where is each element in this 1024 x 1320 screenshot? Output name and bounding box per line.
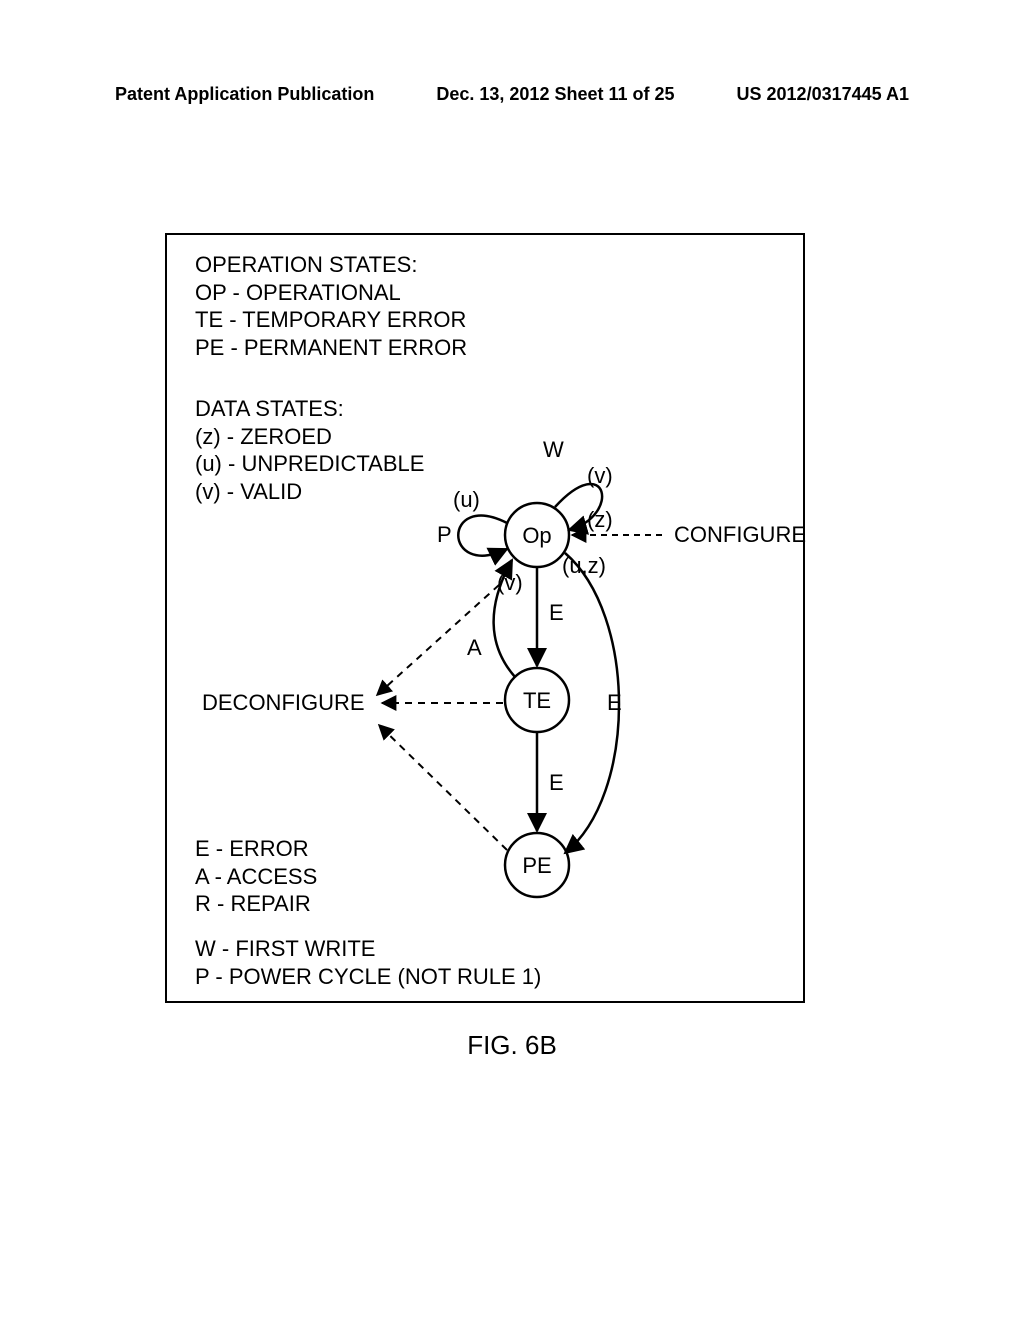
label-e3: E [549,770,564,795]
label-v2: (v) [497,570,523,595]
label-e1: E [549,600,564,625]
page-header: Patent Application Publication Dec. 13, … [115,84,909,105]
figure-frame: OPERATION STATES: OP - OPERATIONAL TE - … [165,233,805,1003]
edge-pe-deconfigure [379,725,507,850]
state-diagram-svg: Op TE PE CONFIGURE (z) W (v) P (u) E (u,… [167,235,807,1005]
label-u: (u) [453,487,480,512]
label-p: P [437,522,452,547]
label-e2: E [607,690,622,715]
state-label-op: Op [522,523,551,548]
edge-p-selfloop [458,516,507,556]
label-configure: CONFIGURE [674,522,806,547]
label-v-top: (v) [587,463,613,488]
state-label-te: TE [523,688,551,713]
state-label-pe: PE [522,853,551,878]
label-a: A [467,635,482,660]
header-left: Patent Application Publication [115,84,374,105]
figure-caption: FIG. 6B [0,1030,1024,1061]
label-deconfigure: DECONFIGURE [202,690,365,715]
header-center: Dec. 13, 2012 Sheet 11 of 25 [436,84,674,105]
label-w: W [543,437,564,462]
header-right: US 2012/0317445 A1 [737,84,909,105]
